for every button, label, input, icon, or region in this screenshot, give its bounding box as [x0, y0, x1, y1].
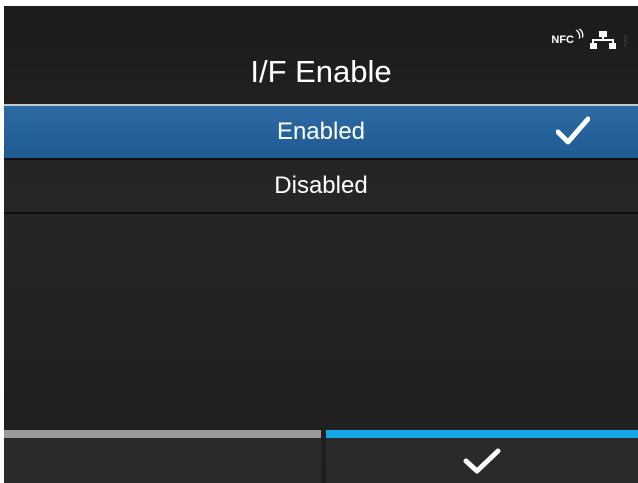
softkey-back[interactable]: [4, 430, 321, 483]
option-enabled[interactable]: Enabled: [4, 106, 638, 160]
option-disabled[interactable]: Disabled: [4, 160, 638, 214]
printer-screen: NFC )) ᛒ I/F Enable Enabled Disabled: [4, 6, 638, 483]
nfc-label: NFC: [551, 34, 574, 46]
bluetooth-icon: ᛒ: [622, 32, 631, 48]
status-bar: NFC )) ᛒ: [551, 27, 632, 52]
option-list: Enabled Disabled: [4, 106, 638, 214]
option-label: Disabled: [274, 172, 368, 199]
check-icon: [463, 448, 501, 474]
nfc-icon: NFC )): [551, 27, 585, 46]
option-label: Enabled: [276, 118, 366, 145]
check-icon: [556, 116, 590, 145]
softkey-bar: [4, 430, 638, 483]
nfc-waves-icon: )): [575, 27, 586, 40]
page-title: I/F Enable: [250, 54, 392, 89]
lan-icon: [590, 31, 616, 49]
softkey-confirm-button[interactable]: [326, 430, 638, 483]
